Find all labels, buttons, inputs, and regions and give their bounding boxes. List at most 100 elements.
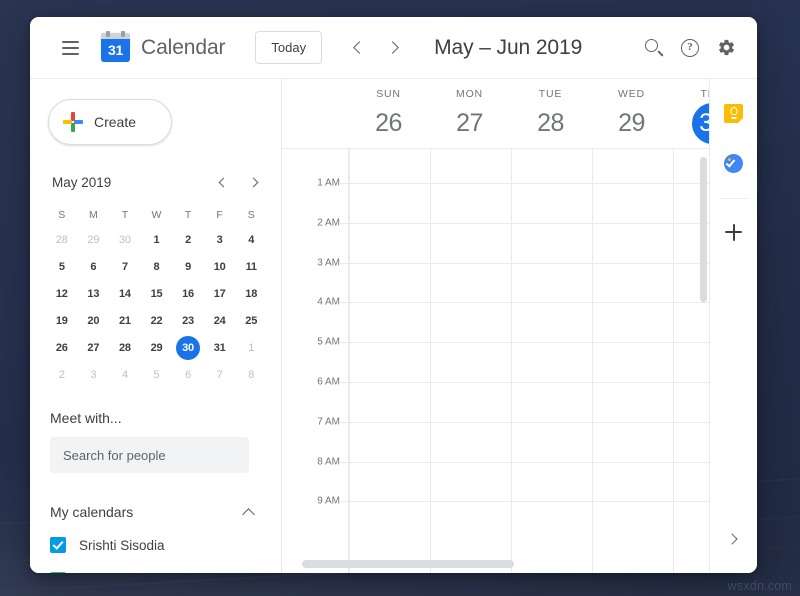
mini-calendar-day-number: 26: [55, 342, 68, 354]
mini-calendar-day[interactable]: 26: [46, 335, 78, 361]
hour-tick: [340, 183, 348, 184]
mini-calendar-day-number: 2: [58, 369, 65, 381]
horizontal-scrollbar[interactable]: [302, 560, 693, 568]
mini-calendar-day[interactable]: 27: [78, 335, 110, 361]
mini-calendar-header: May 2019: [46, 169, 267, 195]
expand-side-panel-button[interactable]: [717, 522, 751, 556]
google-keep-icon: [724, 103, 743, 123]
calendar-list-item[interactable]: Birthdays: [50, 565, 265, 573]
mini-calendar-day[interactable]: 23: [172, 308, 204, 334]
mini-calendar-weekday: F: [216, 209, 223, 221]
mini-calendar-weekday: M: [88, 209, 98, 221]
mini-calendar-day[interactable]: 8: [235, 362, 267, 388]
mini-calendar-day[interactable]: 28: [46, 227, 78, 253]
meet-with-search-input[interactable]: [50, 437, 249, 473]
vertical-scrollbar-thumb[interactable]: [700, 157, 707, 302]
create-event-button[interactable]: Create: [48, 99, 172, 145]
mini-calendar-next-button[interactable]: [241, 169, 267, 195]
mini-calendar-day[interactable]: 5: [46, 254, 78, 280]
day-column-divider: [592, 149, 593, 573]
mini-calendar-day[interactable]: 29: [78, 227, 110, 253]
help-button[interactable]: ?: [672, 30, 708, 66]
mini-calendar-day[interactable]: 14: [109, 281, 141, 307]
mini-calendar-day[interactable]: 11: [235, 254, 267, 280]
previous-period-button[interactable]: [340, 30, 376, 66]
mini-calendar-day-number: 13: [87, 288, 100, 300]
day-header[interactable]: MON 27: [429, 79, 510, 148]
vertical-scrollbar[interactable]: [700, 157, 707, 497]
my-calendars-collapse-button[interactable]: [235, 499, 261, 525]
help-circle-icon: ?: [681, 38, 699, 57]
mini-calendar-day[interactable]: 9: [172, 254, 204, 280]
mini-calendar-day[interactable]: 13: [78, 281, 110, 307]
mini-calendar-day-number: 18: [245, 288, 258, 300]
mini-calendar-day[interactable]: 18: [235, 281, 267, 307]
mini-calendar-day[interactable]: 2: [46, 362, 78, 388]
mini-calendar-day[interactable]: 3: [78, 362, 110, 388]
google-keep-button[interactable]: [717, 96, 751, 130]
mini-calendar-day[interactable]: 12: [46, 281, 78, 307]
day-header-gutter: [282, 79, 348, 148]
calendar-list-item[interactable]: Srishti Sisodia: [50, 530, 265, 560]
mini-calendar-day[interactable]: 3: [204, 227, 236, 253]
mini-calendar-day[interactable]: 29: [141, 335, 173, 361]
mini-calendar-day[interactable]: 4: [109, 362, 141, 388]
mini-calendar-day[interactable]: 30: [109, 227, 141, 253]
mini-calendar-day[interactable]: 16: [172, 281, 204, 307]
chevron-left-icon: [218, 177, 228, 187]
mini-calendar-prev-button[interactable]: [209, 169, 235, 195]
google-tasks-button[interactable]: [717, 146, 751, 180]
hour-label: 4 AM: [317, 296, 340, 308]
app-header: 31 Calendar Today May – Jun 2019 ?: [30, 17, 757, 79]
mini-calendar-day[interactable]: 1: [141, 227, 173, 253]
main-menu-button[interactable]: [52, 30, 88, 66]
mini-calendar-day-number: 30: [176, 336, 201, 360]
mini-calendar-day[interactable]: 8: [141, 254, 173, 280]
add-addon-button[interactable]: [717, 215, 751, 249]
day-header[interactable]: WED 29: [591, 79, 672, 148]
mini-calendar-day-today[interactable]: 30: [172, 335, 204, 361]
mini-calendar-day[interactable]: 6: [78, 254, 110, 280]
mini-calendar-day[interactable]: 17: [204, 281, 236, 307]
mini-calendar-day[interactable]: 1: [235, 335, 267, 361]
mini-calendar-day[interactable]: 6: [172, 362, 204, 388]
calendar-app-window: 31 Calendar Today May – Jun 2019 ? Creat…: [30, 17, 757, 573]
search-button[interactable]: [636, 30, 672, 66]
day-header-today[interactable]: THU 30: [672, 79, 709, 148]
mini-calendar-day[interactable]: 25: [235, 308, 267, 334]
next-period-button[interactable]: [376, 30, 412, 66]
mini-calendar-day[interactable]: 19: [46, 308, 78, 334]
mini-calendar-day[interactable]: 2: [172, 227, 204, 253]
mini-calendar-day[interactable]: 5: [141, 362, 173, 388]
mini-calendar-day-number: 30: [119, 234, 131, 246]
day-header[interactable]: SUN 26: [348, 79, 429, 148]
mini-calendar-day[interactable]: 15: [141, 281, 173, 307]
mini-calendar-day[interactable]: 4: [235, 227, 267, 253]
hour-label: 1 AM: [317, 177, 340, 189]
time-grid-columns[interactable]: [348, 149, 709, 573]
mini-calendar-day[interactable]: 10: [204, 254, 236, 280]
today-button[interactable]: Today: [255, 31, 323, 64]
settings-button[interactable]: [708, 30, 744, 66]
mini-calendar-day-number: 23: [182, 315, 194, 327]
mini-calendar-day[interactable]: 28: [109, 335, 141, 361]
day-header[interactable]: TUE 28: [510, 79, 591, 148]
time-gutter: 1 AM 2 AM 3 AM 4 AM 5 AM 6 AM 7 AM 8 AM 9 AM: [282, 149, 348, 573]
my-calendars-header[interactable]: My calendars: [50, 499, 265, 525]
calendar-checkbox[interactable]: [50, 537, 66, 553]
mini-calendar-day[interactable]: 7: [204, 362, 236, 388]
mini-calendar-day[interactable]: 31: [204, 335, 236, 361]
mini-calendar-day[interactable]: 20: [78, 308, 110, 334]
mini-calendar-day[interactable]: 22: [141, 308, 173, 334]
day-header-weekday: SUN: [376, 88, 401, 100]
calendar-checkbox[interactable]: [50, 572, 66, 573]
mini-calendar-day[interactable]: 7: [109, 254, 141, 280]
mini-calendar-day[interactable]: 21: [109, 308, 141, 334]
horizontal-scrollbar-thumb[interactable]: [302, 560, 514, 568]
mini-calendar-day-number: 3: [216, 234, 223, 246]
mini-calendar-day[interactable]: 24: [204, 308, 236, 334]
side-panel-rail: [709, 79, 757, 573]
hour-tick: [340, 382, 348, 383]
my-calendars-list: Srishti SisodiaBirthdaysReminders: [50, 530, 265, 573]
hour-gridline: [349, 222, 709, 224]
